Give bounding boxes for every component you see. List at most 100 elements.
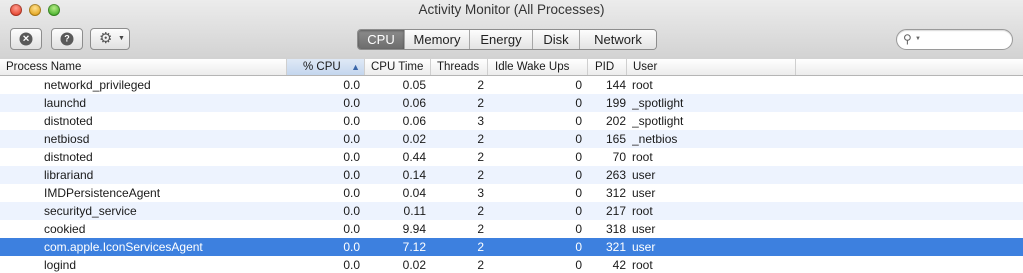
cpu-percent-cell: 0.0 <box>343 204 360 218</box>
column-header-user[interactable]: User <box>627 59 796 75</box>
threads-cell: 2 <box>477 168 484 182</box>
threads-cell: 2 <box>477 96 484 110</box>
cpu-percent-cell: 0.0 <box>343 114 360 128</box>
cpu-percent-cell: 0.0 <box>343 186 360 200</box>
cpu-time-cell: 0.44 <box>402 150 426 164</box>
column-header-cpu-percent-label: % CPU <box>303 61 341 73</box>
table-row[interactable]: distnoted 0.0 0.06 3 0 202 _spotlight <box>0 112 1023 130</box>
tab-disk[interactable]: Disk <box>532 30 579 49</box>
inspect-process-icon: ? <box>60 32 74 46</box>
column-header-threads[interactable]: Threads <box>431 59 488 75</box>
idle-wake-ups-cell: 0 <box>575 96 582 110</box>
cpu-time-cell: 9.94 <box>402 222 426 236</box>
process-name-cell: networkd_privileged <box>44 78 151 92</box>
idle-wake-ups-cell: 0 <box>575 78 582 92</box>
cpu-time-cell: 0.11 <box>403 204 426 218</box>
activity-monitor-window: Activity Monitor (All Processes) ✕ ? ⚙ ▼… <box>0 0 1023 273</box>
process-name-cell: netbiosd <box>44 132 90 146</box>
user-cell: _spotlight <box>632 96 684 110</box>
table-row[interactable]: librariand 0.0 0.14 2 0 263 user <box>0 166 1023 184</box>
pid-cell: 144 <box>605 78 626 92</box>
window-title: Activity Monitor (All Processes) <box>418 2 605 17</box>
table-row[interactable]: distnoted 0.0 0.44 2 0 70 root <box>0 148 1023 166</box>
idle-wake-ups-cell: 0 <box>575 222 582 236</box>
idle-wake-ups-cell: 0 <box>575 132 582 146</box>
cpu-time-cell: 0.02 <box>402 258 426 272</box>
cpu-time-cell: 0.06 <box>402 96 426 110</box>
tab-energy[interactable]: Energy <box>469 30 532 49</box>
idle-wake-ups-cell: 0 <box>575 186 582 200</box>
column-header-cpu-time[interactable]: CPU Time <box>365 59 431 75</box>
table-header: Process Name % CPU ▲ CPU Time Threads Id… <box>0 59 1023 76</box>
threads-cell: 2 <box>477 150 484 164</box>
table-row[interactable]: securityd_service 0.0 0.11 2 0 217 root <box>0 202 1023 220</box>
table-row[interactable]: cookied 0.0 9.94 2 0 318 user <box>0 220 1023 238</box>
idle-wake-ups-cell: 0 <box>575 150 582 164</box>
table-row[interactable]: launchd 0.0 0.06 2 0 199 _spotlight <box>0 94 1023 112</box>
quit-process-button[interactable]: ✕ <box>10 28 42 50</box>
column-header-idle-wake-ups[interactable]: Idle Wake Ups <box>488 59 588 75</box>
user-cell: user <box>632 186 656 200</box>
threads-cell: 2 <box>477 222 484 236</box>
stop-process-icon: ✕ <box>19 32 33 46</box>
chevron-down-icon: ▼ <box>118 35 125 42</box>
table-row[interactable]: netbiosd 0.0 0.02 2 0 165 _netbios <box>0 130 1023 148</box>
search-input[interactable] <box>925 31 1005 48</box>
user-cell: _netbios <box>632 132 678 146</box>
threads-cell: 2 <box>477 78 484 92</box>
column-header-process-name[interactable]: Process Name <box>0 59 287 75</box>
sort-ascending-icon: ▲ <box>351 62 360 72</box>
user-cell: root <box>632 150 653 164</box>
table-row[interactable]: networkd_privileged 0.0 0.05 2 0 144 root <box>0 76 1023 94</box>
threads-cell: 2 <box>477 132 484 146</box>
idle-wake-ups-cell: 0 <box>575 114 582 128</box>
tab-cpu[interactable]: CPU <box>358 30 404 49</box>
user-cell: user <box>632 240 656 254</box>
pid-cell: 70 <box>612 150 626 164</box>
inspect-process-button[interactable]: ? <box>51 28 83 50</box>
tab-network[interactable]: Network <box>579 30 656 49</box>
idle-wake-ups-cell: 0 <box>575 168 582 182</box>
toolbar: Activity Monitor (All Processes) ✕ ? ⚙ ▼… <box>0 0 1023 60</box>
cpu-percent-cell: 0.0 <box>343 240 360 254</box>
process-name-cell: distnoted <box>44 150 93 164</box>
column-header-pid[interactable]: PID <box>588 59 627 75</box>
process-name-cell: logind <box>44 258 77 272</box>
action-menu-button[interactable]: ⚙ ▼ <box>90 28 130 50</box>
process-name-cell: securityd_service <box>44 204 137 218</box>
process-name-cell: com.apple.IconServicesAgent <box>44 240 203 254</box>
process-name-cell: IMDPersistenceAgent <box>44 186 161 200</box>
cpu-percent-cell: 0.0 <box>343 258 360 272</box>
threads-cell: 3 <box>477 186 484 200</box>
cpu-percent-cell: 0.0 <box>343 78 360 92</box>
gear-icon: ⚙ <box>99 30 113 47</box>
pid-cell: 202 <box>605 114 626 128</box>
pid-cell: 199 <box>605 96 626 110</box>
cpu-time-cell: 0.02 <box>402 132 426 146</box>
cpu-time-cell: 0.05 <box>402 78 426 92</box>
cpu-percent-cell: 0.0 <box>343 222 360 236</box>
search-options-icon[interactable]: ▼ <box>915 30 921 49</box>
user-cell: _spotlight <box>632 114 684 128</box>
process-name-cell: cookied <box>44 222 86 236</box>
process-name-cell: librariand <box>44 168 94 182</box>
pid-cell: 217 <box>605 204 626 218</box>
cpu-time-cell: 0.14 <box>402 168 426 182</box>
column-header-cpu-percent[interactable]: % CPU ▲ <box>287 59 365 75</box>
user-cell: user <box>632 168 656 182</box>
pid-cell: 165 <box>605 132 626 146</box>
threads-cell: 3 <box>477 114 484 128</box>
table-row[interactable]: IMDPersistenceAgent 0.0 0.04 3 0 312 user <box>0 184 1023 202</box>
pid-cell: 42 <box>612 258 626 272</box>
cpu-percent-cell: 0.0 <box>343 168 360 182</box>
search-field[interactable]: ⚲ ▼ <box>896 29 1013 50</box>
cpu-percent-cell: 0.0 <box>343 132 360 146</box>
process-name-cell: launchd <box>44 96 87 110</box>
search-icon: ⚲ <box>903 32 912 46</box>
idle-wake-ups-cell: 0 <box>575 240 582 254</box>
cpu-time-cell: 0.04 <box>402 186 426 200</box>
threads-cell: 2 <box>477 240 484 254</box>
tab-memory[interactable]: Memory <box>404 30 469 49</box>
table-row[interactable]: com.apple.IconServicesAgent 0.0 7.12 2 0 321 u… <box>0 238 1023 256</box>
table-row[interactable]: logind 0.0 0.02 2 0 42 root <box>0 256 1023 273</box>
